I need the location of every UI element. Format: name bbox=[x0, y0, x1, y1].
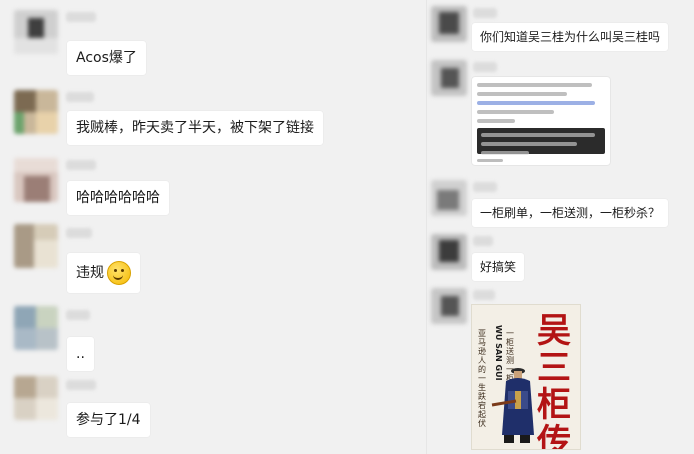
chat-left-column: Acos爆了 我贼棒，昨天卖了半天，被下架了链接 哈哈哈哈哈哈 违规 .. 参与… bbox=[0, 0, 426, 454]
book-cover-image[interactable]: 吴三柜传 WU SAN GUI 一柜送测 一柜刷 一柜秒杀 亚马逊人的 一生跌宕… bbox=[471, 304, 581, 450]
message-bubble[interactable]: 参与了1/4 bbox=[66, 402, 151, 438]
smile-emoji-icon bbox=[107, 261, 131, 285]
sender-name bbox=[66, 228, 92, 238]
message-bubble[interactable]: 我贼棒，昨天卖了半天，被下架了链接 bbox=[66, 110, 324, 146]
shared-screenshot-card[interactable] bbox=[471, 76, 611, 166]
sender-name bbox=[66, 12, 96, 22]
sender-name bbox=[66, 92, 94, 102]
message-bubble[interactable]: Acos爆了 bbox=[66, 40, 147, 76]
sender-name bbox=[473, 182, 497, 192]
sender-name bbox=[66, 310, 90, 320]
message-bubble[interactable]: 好搞笑 bbox=[471, 252, 526, 282]
message-bubble[interactable]: 一柜刷单，一柜送测，一柜秒杀？ bbox=[471, 198, 670, 228]
avatar[interactable] bbox=[431, 288, 467, 324]
avatar[interactable] bbox=[14, 10, 58, 54]
avatar[interactable] bbox=[14, 90, 58, 134]
message-bubble[interactable]: 哈哈哈哈哈哈 bbox=[66, 180, 170, 216]
avatar[interactable] bbox=[14, 376, 58, 420]
chat-right-column: 你们知道吴三桂为什么叫吴三桂吗 一柜刷单，一柜送测，一柜秒杀？ 好搞笑 吴三柜传… bbox=[426, 0, 694, 454]
message-bubble[interactable]: 你们知道吴三桂为什么叫吴三桂吗 bbox=[471, 22, 670, 52]
avatar[interactable] bbox=[14, 158, 58, 202]
book-figure-illustration bbox=[491, 368, 534, 443]
sender-name bbox=[66, 380, 96, 390]
sender-name bbox=[66, 160, 96, 170]
avatar[interactable] bbox=[14, 306, 58, 350]
message-bubble[interactable]: 违规 bbox=[66, 252, 141, 294]
sender-name bbox=[473, 290, 495, 300]
avatar[interactable] bbox=[431, 6, 467, 42]
sender-name bbox=[473, 8, 497, 18]
avatar[interactable] bbox=[14, 224, 58, 268]
sender-name bbox=[473, 62, 497, 72]
message-bubble[interactable]: .. bbox=[66, 336, 95, 372]
avatar[interactable] bbox=[431, 180, 467, 216]
avatar[interactable] bbox=[431, 60, 467, 96]
message-text: 违规 bbox=[76, 265, 104, 281]
sender-name bbox=[473, 236, 493, 246]
avatar[interactable] bbox=[431, 234, 467, 270]
